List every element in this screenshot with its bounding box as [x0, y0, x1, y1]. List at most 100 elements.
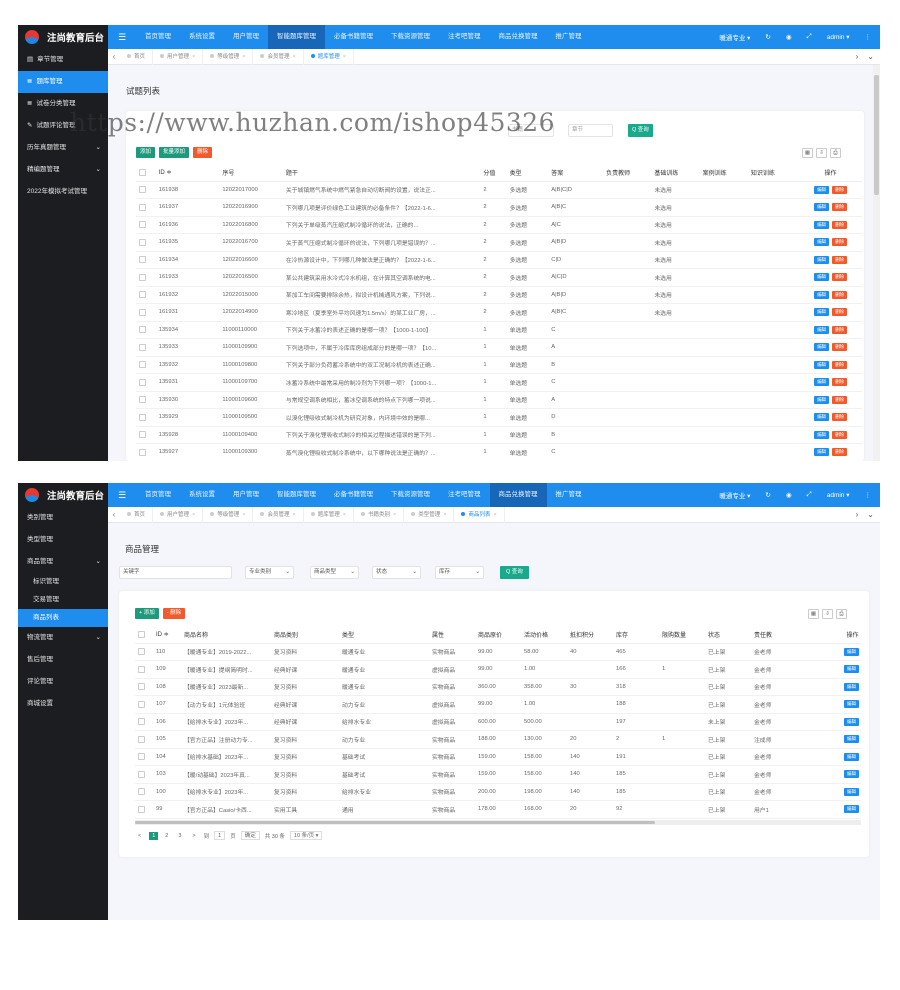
goto-confirm[interactable]: 确定	[240, 831, 260, 840]
export-icon[interactable]: ⇩	[816, 148, 827, 158]
refresh-icon[interactable]: ↻	[765, 491, 770, 499]
export-icon[interactable]: ⇩	[822, 609, 833, 619]
tab-4[interactable]: 题库管理 ×	[304, 506, 354, 523]
edit-button[interactable]: 编辑	[814, 185, 830, 194]
top-nav-item-7[interactable]: 商品兑换管理	[489, 483, 547, 507]
close-icon[interactable]: ×	[242, 512, 245, 518]
sidebar-item-6[interactable]: 物流管理 ⌄	[18, 627, 108, 649]
delete-row-button[interactable]: 删除	[832, 255, 848, 264]
delete-row-button[interactable]: 删除	[832, 185, 848, 194]
row-checkbox[interactable]	[138, 805, 145, 813]
close-icon[interactable]: ×	[192, 54, 195, 60]
table-row[interactable]: 135927 11000109300 蒸气溴化锂吸收式制冷系统中，以下哪种说法是正确…	[136, 443, 862, 461]
top-nav-item-6[interactable]: 注考吧管理	[439, 25, 490, 49]
status-select[interactable]: 状态 ⌄	[372, 566, 421, 579]
table-row[interactable]: 104 【给排水基础】2023年... 复习资料 基础考试 实物商品 159.00 158.…	[135, 748, 861, 766]
row-checkbox[interactable]	[139, 186, 146, 194]
table-row[interactable]: 99 【官方正品】Casio/卡西... 实用工具 通用 实物商品 178.00 168.0…	[135, 800, 861, 819]
stock-select[interactable]: 库存 ⌄	[435, 566, 484, 579]
tab-3[interactable]: 会员管理 ×	[253, 506, 304, 523]
edit-button[interactable]: 编辑	[814, 273, 830, 282]
sidebar-item-2[interactable]: 商品管理 ⌄	[18, 551, 108, 573]
select-all-checkbox[interactable]	[139, 169, 146, 177]
delete-row-button[interactable]: 删除	[832, 448, 848, 457]
search-button[interactable]: Q 查询	[500, 566, 529, 579]
tab-0[interactable]: 首页	[120, 506, 154, 523]
sidebar-item-2[interactable]: ≣ 试卷分类管理	[18, 93, 108, 115]
edit-button[interactable]: 编辑	[844, 805, 859, 814]
edit-button[interactable]: 编辑	[844, 752, 859, 761]
row-checkbox[interactable]	[139, 291, 146, 299]
top-nav-item-3[interactable]: 智能题库管理	[268, 483, 325, 507]
sidebar-item-7[interactable]: 售后管理	[18, 649, 108, 671]
delete-row-button[interactable]: 删除	[832, 203, 848, 212]
major-select[interactable]: 专业类别 ⌄	[245, 566, 294, 579]
edit-button[interactable]: 编辑	[814, 448, 830, 457]
table-row[interactable]: 161933 12022016500 某公共建筑采用水冷式冷水机组，在计算其空调系统…	[136, 268, 862, 287]
delete-row-button[interactable]: 删除	[832, 273, 848, 282]
close-icon[interactable]: ×	[293, 512, 296, 518]
row-checkbox[interactable]	[139, 361, 146, 369]
delete-row-button[interactable]: 删除	[832, 360, 848, 369]
table-row[interactable]: 135928 11000109400 下列关于溴化锂吸收式制冷的相关过程描述错误的是…	[136, 426, 862, 444]
row-checkbox[interactable]	[138, 683, 145, 691]
page-3[interactable]: 3	[175, 832, 184, 840]
table-row[interactable]: 161936 12022016800 下列关于单级蒸汽压缩式制冷循环的说法，正确的.…	[136, 216, 862, 234]
delete-row-button[interactable]: 删除	[832, 290, 848, 299]
table-row[interactable]: 135931 11000109700 冰蓄冷系统中最常采用的制冷剂为下列哪一项？【1…	[136, 373, 862, 392]
tab-2[interactable]: 等级管理 ×	[203, 506, 254, 523]
tab-3[interactable]: 会员管理 ×	[253, 48, 304, 65]
select-all-checkbox[interactable]	[138, 631, 145, 639]
edit-button[interactable]: 编辑	[844, 735, 859, 744]
top-nav-item-3[interactable]: 智能题库管理	[268, 25, 325, 49]
close-icon[interactable]: ×	[393, 512, 396, 518]
sidebar-item-1[interactable]: 类型管理	[18, 529, 108, 551]
vertical-scrollbar[interactable]	[873, 65, 880, 461]
table-row[interactable]: 161937 12022016900 下列哪几项是评价绿色工业建筑的必备条件？【20…	[136, 198, 862, 217]
menu-toggle-icon[interactable]: ☰	[108, 32, 136, 43]
top-nav-item-0[interactable]: 首页管理	[136, 25, 180, 49]
more-icon[interactable]: ⋮	[865, 33, 872, 41]
row-checkbox[interactable]	[139, 308, 146, 316]
edit-button[interactable]: 编辑	[814, 255, 830, 264]
type-select[interactable]: 商品类型 ⌄	[310, 566, 359, 579]
book-filter[interactable]: 书籍	[508, 124, 554, 137]
row-checkbox[interactable]	[139, 343, 146, 351]
table-row[interactable]: 161938 12022017000 关于城镇燃气系统中燃气紧急自动切断阀的设置，说…	[136, 181, 862, 199]
next-page[interactable]: >	[189, 832, 198, 840]
batch-add-button[interactable]: 批量添加	[159, 147, 190, 158]
sidebar-item-3[interactable]: ✎ 试题评论管理	[18, 115, 108, 137]
edit-button[interactable]: 编辑	[814, 413, 830, 422]
top-nav-item-0[interactable]: 首页管理	[136, 483, 180, 507]
sidebar-item-6[interactable]: 2022年模拟考试管理	[18, 181, 108, 203]
edit-button[interactable]: 编辑	[814, 220, 830, 229]
columns-icon[interactable]: ▦	[808, 609, 819, 619]
row-checkbox[interactable]	[139, 256, 146, 264]
table-row[interactable]: 135929 11000109500 以溴化锂吸收式制冷机为研究对象，内环境中效的是…	[136, 408, 862, 427]
edit-button[interactable]: 编辑	[814, 325, 830, 334]
table-row[interactable]: 100 【给排水专业】2023年... 复习资料 给排水专业 实物商品 200.00 198…	[135, 783, 861, 801]
top-nav-item-5[interactable]: 下载资源管理	[382, 483, 439, 507]
table-row[interactable]: 105 【官方正品】注册动力专... 复习资料 动力专业 实物商品 188.00 130.0…	[135, 730, 861, 749]
edit-button[interactable]: 编辑	[814, 430, 830, 439]
sidebar-item-3[interactable]: 标识管理	[18, 573, 108, 591]
row-checkbox[interactable]	[138, 770, 145, 778]
row-checkbox[interactable]	[139, 273, 146, 281]
table-row[interactable]: 106 【给排水专业】2023年... 经典好课 给排水专业 虚拟商品 600.00 500…	[135, 713, 861, 731]
top-nav-item-1[interactable]: 系统设置	[180, 483, 224, 507]
tab-menu-icon[interactable]: ⌄	[867, 52, 874, 61]
row-checkbox[interactable]	[138, 648, 145, 656]
tab-4[interactable]: 题库管理 ×	[304, 48, 354, 65]
more-icon[interactable]: ⋮	[865, 491, 872, 499]
edit-button[interactable]: 编辑	[814, 360, 830, 369]
row-checkbox[interactable]	[139, 378, 146, 386]
top-nav-item-6[interactable]: 注考吧管理	[439, 483, 490, 507]
edit-button[interactable]: 编辑	[844, 770, 859, 779]
tab-1[interactable]: 用户管理 ×	[153, 506, 204, 523]
table-row[interactable]: 161935 12022016700 关于蒸气压缩式制冷循环的说法，下列哪几项是错误…	[136, 233, 862, 252]
edit-button[interactable]: 编辑	[844, 647, 859, 656]
tab-6[interactable]: 类型管理 ×	[404, 506, 455, 523]
print-icon[interactable]: ⎙	[830, 148, 841, 158]
table-row[interactable]: 109 【暖通专业】提纲简明时... 经典好课 暖通专业 虚拟商品 99.00 1.00 16…	[135, 660, 861, 679]
page-1[interactable]: 1	[149, 831, 159, 840]
